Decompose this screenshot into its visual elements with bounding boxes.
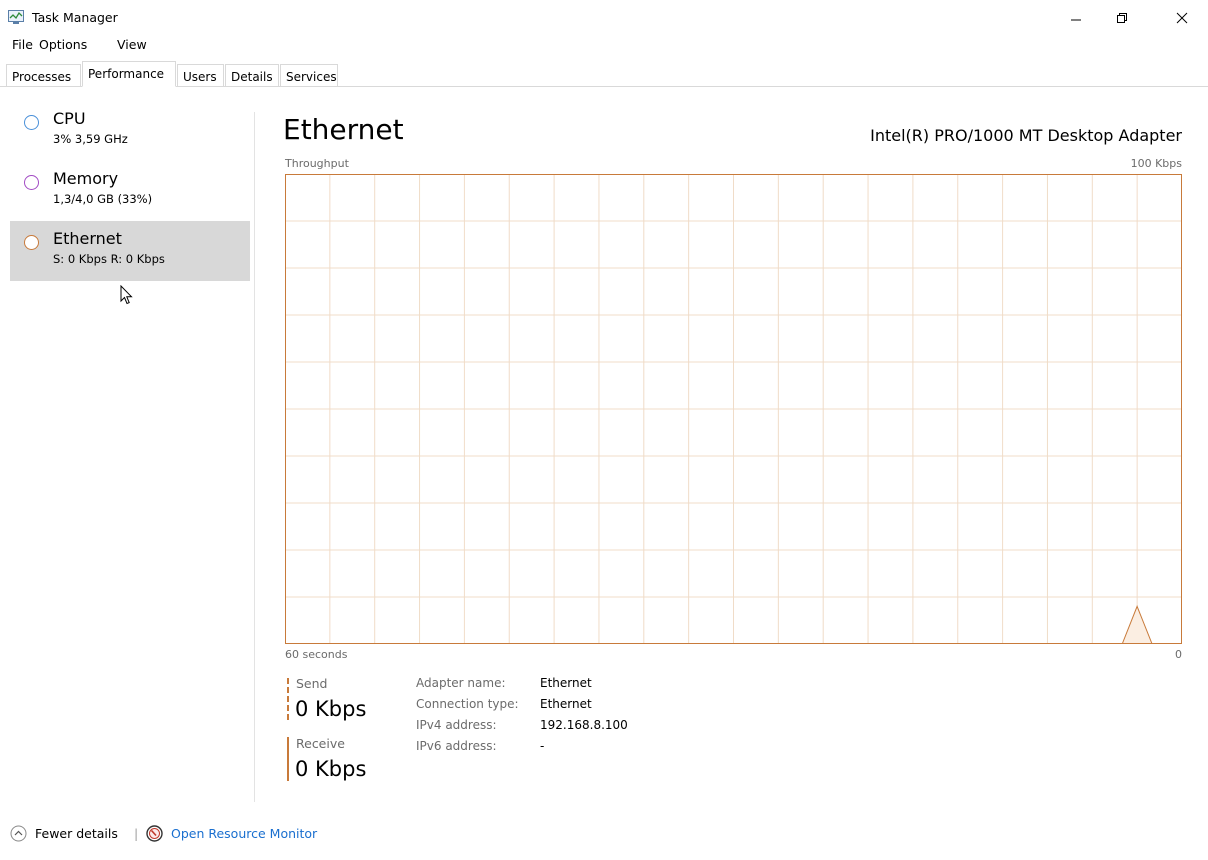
receive-label: Receive [296,736,345,751]
ipv4-label: IPv4 address: [416,718,497,732]
title-bar: Task Manager [0,0,1208,36]
adapter-name-label: Adapter name: [416,676,506,690]
page-title: Ethernet [283,113,404,146]
resource-monitor-icon[interactable] [146,825,163,842]
menu-file[interactable]: File [12,37,33,52]
throughput-chart [285,174,1182,645]
tab-users[interactable]: Users [177,64,224,87]
window-title: Task Manager [32,10,118,25]
sidebar-item-memory[interactable]: Memory 1,3/4,0 GB (33%) [10,161,250,221]
mouse-cursor-icon [120,285,133,305]
chevron-up-icon[interactable] [10,825,27,842]
sidebar-item-detail: S: 0 Kbps R: 0 Kbps [53,252,165,266]
menu-view[interactable]: View [117,37,147,52]
ipv6-value: - [540,739,545,753]
close-button[interactable] [1162,4,1202,32]
fewer-details-button[interactable]: Fewer details [35,826,118,841]
cpu-indicator-icon [24,115,39,130]
tab-processes[interactable]: Processes [6,64,81,87]
ethernet-indicator-icon [24,235,39,250]
sidebar-divider [254,112,255,802]
send-label: Send [296,676,328,691]
sidebar-item-cpu[interactable]: CPU 3% 3,59 GHz [10,101,250,161]
receive-indicator [287,737,289,781]
connection-type-label: Connection type: [416,697,519,711]
connection-type-value: Ethernet [540,697,592,711]
graph-max-label: 100 Kbps [1130,157,1182,170]
sidebar-item-ethernet[interactable]: Ethernet S: 0 Kbps R: 0 Kbps [10,221,250,281]
task-manager-icon [8,10,24,24]
send-value: 0 Kbps [295,697,367,721]
close-icon [1176,12,1188,24]
ipv4-value: 192.168.8.100 [540,718,628,732]
open-resource-monitor-link[interactable]: Open Resource Monitor [171,826,317,841]
footer-separator: | [134,826,139,841]
minimize-button[interactable] [1056,4,1096,32]
sidebar-item-label: Memory [53,169,119,188]
send-indicator [287,678,289,720]
minimize-icon [1071,19,1081,21]
memory-indicator-icon [24,175,39,190]
sidebar-item-label: Ethernet [53,229,122,248]
restore-icon [1117,13,1127,23]
sidebar-item-label: CPU [53,109,86,128]
receive-value: 0 Kbps [295,757,367,781]
graph-min-label: 0 [1175,648,1182,661]
ipv6-label: IPv6 address: [416,739,497,753]
graph-time-label: 60 seconds [285,648,348,661]
tab-performance[interactable]: Performance [82,61,176,87]
tab-strip: Processes Performance Users Details Serv… [0,60,1208,87]
menu-options[interactable]: Options [39,37,87,52]
performance-sidebar: CPU 3% 3,59 GHz Memory 1,3/4,0 GB (33%) … [0,90,254,802]
restore-button[interactable] [1102,4,1142,32]
tab-details[interactable]: Details [225,64,279,87]
adapter-name-value: Ethernet [540,676,592,690]
adapter-name-header: Intel(R) PRO/1000 MT Desktop Adapter [870,126,1182,145]
sidebar-item-detail: 1,3/4,0 GB (33%) [53,192,153,206]
throughput-graph [285,174,1182,645]
graph-label: Throughput [285,157,349,170]
tab-services[interactable]: Services [280,64,338,87]
sidebar-item-detail: 3% 3,59 GHz [53,132,128,146]
